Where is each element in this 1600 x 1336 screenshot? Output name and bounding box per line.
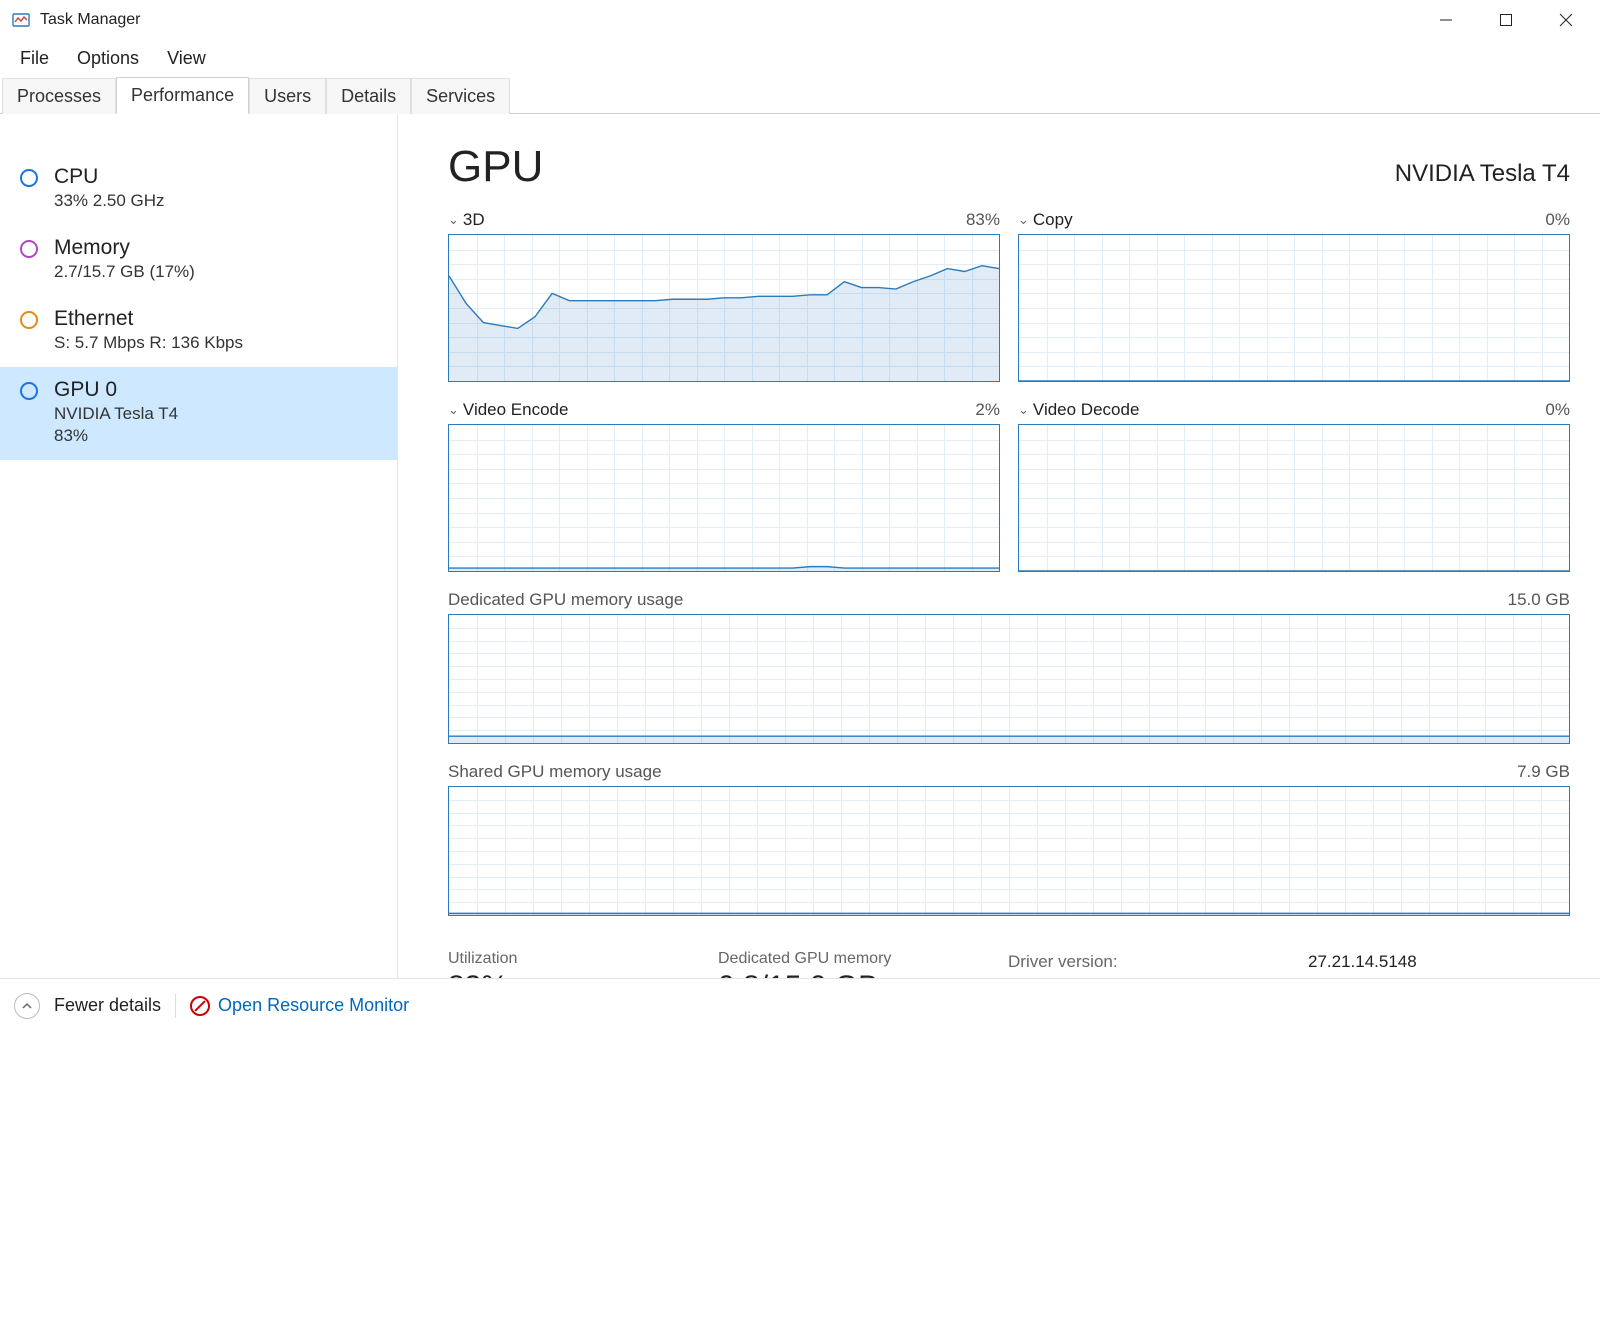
chevron-down-icon: ⌄ [448,212,459,228]
gpu-model: NVIDIA Tesla T4 [1395,160,1570,188]
chart-shmem-right: 7.9 GB [1517,762,1570,782]
tab-processes[interactable]: Processes [2,78,116,114]
chart-shared-mem: Shared GPU memory usage 7.9 GB [448,762,1570,916]
chart-venc-pct: 2% [975,400,1000,420]
resource-monitor-icon [190,996,210,1016]
sidebar-memory-sub: 2.7/15.7 GB (17%) [54,262,195,282]
chart-venc-frame[interactable] [448,424,1000,572]
tab-users[interactable]: Users [249,78,326,114]
footer-divider [175,994,176,1018]
cpu-bullet-icon [20,169,38,187]
chart-copy-frame[interactable] [1018,234,1570,382]
sidebar-memory-name: Memory [54,236,195,260]
sidebar: CPU 33% 2.50 GHz Memory 2.7/15.7 GB (17%… [0,114,398,978]
menu-file[interactable]: File [6,42,63,75]
resource-monitor-label: Open Resource Monitor [218,995,409,1016]
chart-3d-frame[interactable] [448,234,1000,382]
ethernet-bullet-icon [20,311,38,329]
page-title: GPU [448,142,543,192]
bottom-whitespace [0,1032,1600,1336]
tab-performance[interactable]: Performance [116,77,249,114]
dedmem-value: 0.8/15.0 GB [718,970,968,978]
footer: Fewer details Open Resource Monitor [0,978,1600,1032]
chart-dedicated-mem: Dedicated GPU memory usage 15.0 GB [448,590,1570,744]
chart-dedmem-label: Dedicated GPU memory usage [448,590,683,610]
chart-venc-label: Video Encode [463,400,569,420]
util-label: Utilization [448,950,678,968]
titlebar: Task Manager [0,0,1600,40]
chart-shmem-label: Shared GPU memory usage [448,762,662,782]
gpu-bullet-icon [20,382,38,400]
detail-pane: GPU NVIDIA Tesla T4 ⌄3D 83% ⌄Copy 0% [398,114,1600,978]
chart-shmem-frame[interactable] [448,786,1570,916]
sidebar-item-ethernet[interactable]: Ethernet S: 5.7 Mbps R: 136 Kbps [0,296,397,367]
main-area: CPU 33% 2.50 GHz Memory 2.7/15.7 GB (17%… [0,114,1600,978]
tab-services[interactable]: Services [411,78,510,114]
tabbar: Processes Performance Users Details Serv… [0,76,1600,114]
chart-3d-label: 3D [463,210,485,230]
close-button[interactable] [1536,0,1596,40]
minimize-button[interactable] [1416,0,1476,40]
chart-copy: ⌄Copy 0% [1018,210,1570,382]
sidebar-gpu-name: GPU 0 [54,378,178,402]
chart-vdec-frame[interactable] [1018,424,1570,572]
fewer-details-button[interactable]: Fewer details [54,995,161,1016]
sidebar-cpu-name: CPU [54,165,165,189]
chevron-down-icon: ⌄ [1018,212,1029,228]
sidebar-gpu-sub: NVIDIA Tesla T4 [54,404,178,424]
maximize-button[interactable] [1476,0,1536,40]
chart-copy-pct: 0% [1545,210,1570,230]
sidebar-gpu-sub2: 83% [54,426,178,446]
menu-view[interactable]: View [153,42,220,75]
fewer-details-chevron-icon[interactable] [14,993,40,1019]
chart-3d: ⌄3D 83% [448,210,1000,382]
sidebar-cpu-sub: 33% 2.50 GHz [54,191,165,211]
sidebar-item-memory[interactable]: Memory 2.7/15.7 GB (17%) [0,225,397,296]
app-icon [10,9,32,31]
menu-options[interactable]: Options [63,42,153,75]
chart-vdec-label: Video Decode [1033,400,1140,420]
memory-bullet-icon [20,240,38,258]
chart-vdec-pct: 0% [1545,400,1570,420]
sidebar-ethernet-sub: S: 5.7 Mbps R: 136 Kbps [54,333,243,353]
chart-3d-pct: 83% [966,210,1000,230]
chart-dedmem-right: 15.0 GB [1508,590,1570,610]
chart-copy-label: Copy [1033,210,1073,230]
menubar: File Options View [0,40,1600,76]
chart-vdec-dropdown[interactable]: ⌄Video Decode [1018,400,1139,420]
chart-video-decode: ⌄Video Decode 0% [1018,400,1570,572]
chart-venc-dropdown[interactable]: ⌄Video Encode [448,400,568,420]
driver-version-k: Driver version: [1008,952,1308,972]
chart-dedmem-frame[interactable] [448,614,1570,744]
window-title: Task Manager [40,11,141,29]
chevron-down-icon: ⌄ [448,402,459,418]
chevron-down-icon: ⌄ [1018,402,1029,418]
chart-3d-dropdown[interactable]: ⌄3D [448,210,485,230]
chart-video-encode: ⌄Video Encode 2% [448,400,1000,572]
open-resource-monitor-link[interactable]: Open Resource Monitor [190,995,409,1016]
stats-block: Utilization 83% GPU Memory 0.9/22.9 GB D… [448,946,1570,978]
sidebar-item-cpu[interactable]: CPU 33% 2.50 GHz [0,154,397,225]
util-value: 83% [448,970,678,978]
driver-version-v: 27.21.14.5148 [1308,952,1417,972]
chart-copy-dropdown[interactable]: ⌄Copy [1018,210,1073,230]
sidebar-ethernet-name: Ethernet [54,307,243,331]
dedmem-label: Dedicated GPU memory [718,950,968,968]
tab-details[interactable]: Details [326,78,411,114]
sidebar-item-gpu[interactable]: GPU 0 NVIDIA Tesla T4 83% [0,367,397,460]
